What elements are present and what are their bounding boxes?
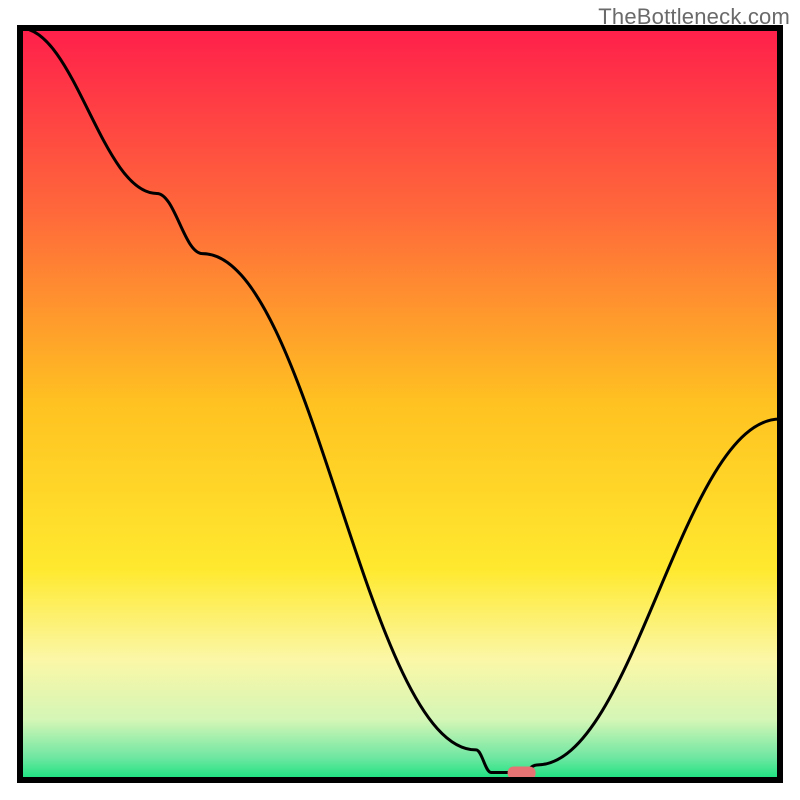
chart-container: TheBottleneck.com — [0, 0, 800, 800]
watermark-text: TheBottleneck.com — [598, 4, 790, 30]
chart-svg — [0, 0, 800, 800]
